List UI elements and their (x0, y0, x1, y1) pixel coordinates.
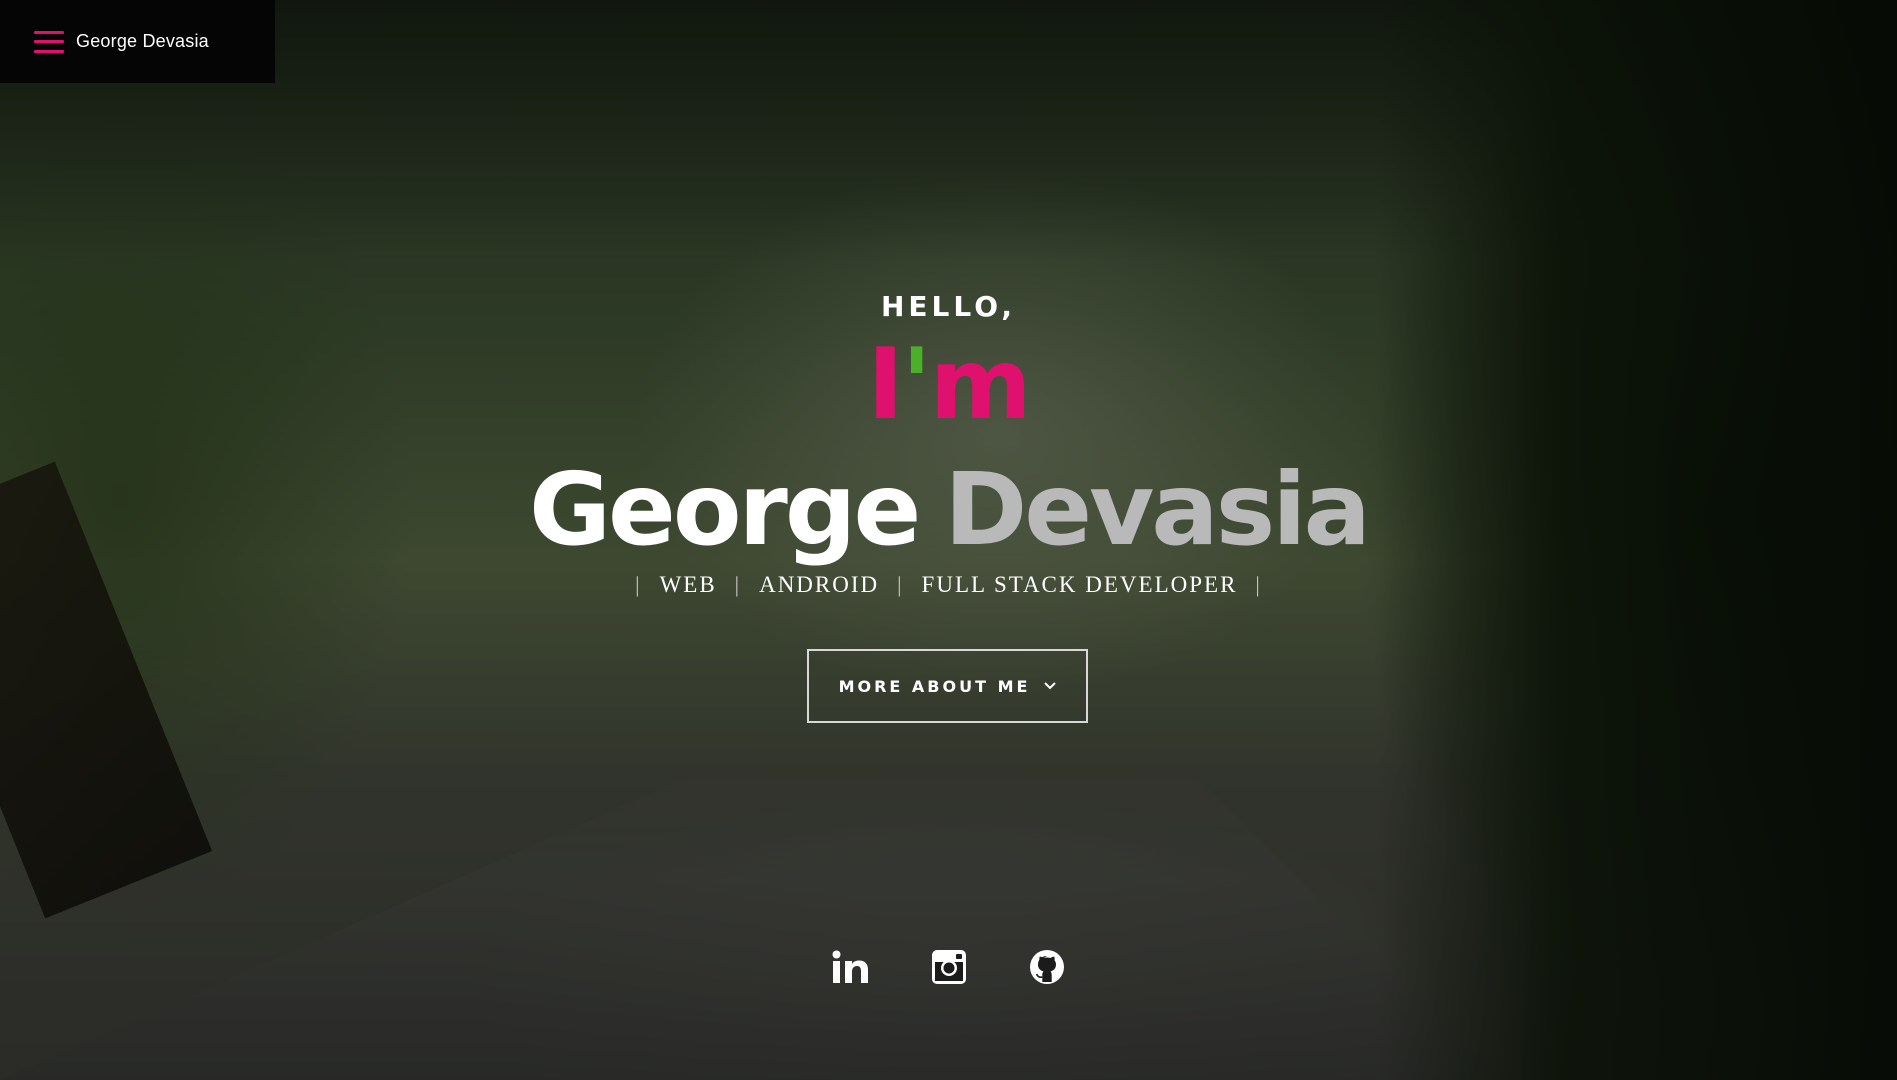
chevron-down-icon (1044, 678, 1057, 694)
role-separator: | (635, 572, 642, 597)
name-heading: George Devasia (0, 450, 1897, 570)
im-apostrophe: ' (901, 328, 932, 442)
first-name: George (528, 451, 921, 568)
role-separator: | (1255, 572, 1262, 597)
im-heading: I'm (0, 330, 1897, 440)
more-about-me-button[interactable]: MORE ABOUT ME (807, 649, 1088, 723)
role-web: WEB (659, 572, 717, 597)
im-letter-m: m (929, 328, 1032, 442)
role-separator: | (734, 572, 742, 597)
last-name: Devasia (944, 451, 1371, 568)
github-icon[interactable] (1028, 948, 1066, 986)
role-full-stack: FULL STACK DEVELOPER (921, 572, 1238, 597)
role-separator: | (897, 572, 904, 597)
instagram-icon[interactable] (930, 948, 968, 986)
more-about-me-label: MORE ABOUT ME (838, 676, 1031, 696)
social-links (0, 948, 1897, 986)
roles-list: | WEB | ANDROID | FULL STACK DEVELOPER | (0, 572, 1897, 598)
im-letter-i: I (867, 328, 903, 442)
role-android: ANDROID (759, 572, 880, 597)
linkedin-icon[interactable] (832, 948, 870, 986)
greeting-text: HELLO, (880, 290, 1017, 323)
hero-content: HELLO, I'm George Devasia | WEB | ANDROID… (0, 0, 1897, 1080)
